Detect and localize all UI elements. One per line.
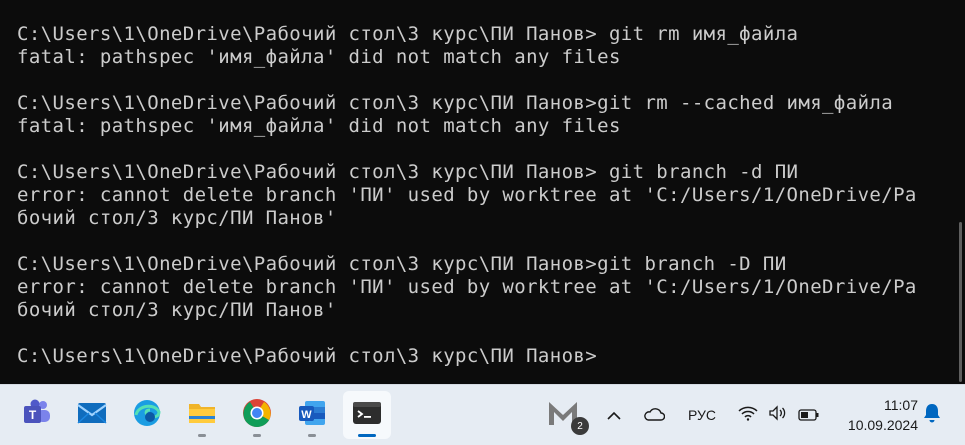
taskbar-app-teams[interactable]: T — [13, 391, 61, 439]
onedrive-cloud-icon — [643, 406, 666, 425]
clock-date: 10.09.2024 — [847, 417, 918, 433]
taskbar-app-edge[interactable] — [123, 391, 171, 439]
taskbar: T W 2 РУС 11:07 10.09.2024 — [0, 384, 965, 445]
terminal-line: C:\Users\1\OneDrive\Рабочий стол\3 курс\… — [17, 161, 799, 183]
edge-icon — [131, 397, 163, 433]
terminal-line: error: cannot delete branch 'ПИ' used by… — [17, 276, 917, 298]
terminal-prompt-line[interactable]: C:\Users\1\OneDrive\Рабочий стол\3 курс\… — [17, 345, 935, 368]
chrome-icon — [241, 397, 273, 433]
taskbar-app-terminal[interactable] — [343, 391, 391, 439]
battery-button[interactable] — [796, 385, 822, 445]
show-hidden-icons-button[interactable] — [600, 385, 628, 445]
clock-button[interactable]: 11:07 10.09.2024 — [834, 395, 918, 435]
input-language-button[interactable]: РУС — [680, 385, 724, 445]
taskbar-app-mail[interactable] — [68, 391, 116, 439]
terminal-output[interactable]: C:\Users\1\OneDrive\Рабочий стол\3 курс\… — [17, 23, 935, 368]
running-indicator — [253, 434, 261, 437]
terminal-line: C:\Users\1\OneDrive\Рабочий стол\3 курс\… — [17, 253, 787, 275]
battery-icon — [798, 406, 820, 425]
taskbar-app-word[interactable]: W — [288, 391, 336, 439]
svg-text:W: W — [301, 409, 312, 421]
bell-icon — [923, 403, 941, 427]
terminal-scrollbar[interactable] — [959, 222, 962, 382]
notification-count-badge: 2 — [571, 417, 589, 435]
network-button[interactable] — [736, 385, 760, 445]
taskbar-app-file-explorer[interactable] — [178, 391, 226, 439]
clock-time: 11:07 — [884, 397, 918, 413]
terminal-line: error: cannot delete branch 'ПИ' used by… — [17, 184, 917, 206]
mail-icon — [76, 397, 108, 433]
terminal-window[interactable]: C:\Users\1\OneDrive\Рабочий стол\3 курс\… — [0, 0, 965, 384]
terminal-line: бочий стол/3 курс/ПИ Панов' — [17, 207, 337, 229]
terminal-line: бочий стол/3 курс/ПИ Панов' — [17, 299, 337, 321]
notifications-button[interactable] — [920, 385, 944, 445]
word-icon: W — [296, 397, 328, 433]
running-indicator — [308, 434, 316, 437]
wifi-icon — [738, 405, 758, 425]
volume-icon — [768, 405, 788, 425]
taskbar-app-chrome[interactable] — [233, 391, 281, 439]
terminal-icon — [351, 397, 383, 433]
volume-button[interactable] — [766, 385, 790, 445]
terminal-line: fatal: pathspec 'имя_файла' did not matc… — [17, 46, 621, 68]
running-indicator — [198, 434, 206, 437]
chevron-up-icon — [607, 406, 621, 425]
language-indicator: РУС — [687, 407, 717, 423]
running-indicator-active — [358, 434, 376, 437]
tray-app-m[interactable] — [543, 385, 583, 445]
teams-icon: T — [21, 397, 53, 433]
terminal-line: C:\Users\1\OneDrive\Рабочий стол\3 курс\… — [17, 92, 894, 114]
terminal-line: C:\Users\1\OneDrive\Рабочий стол\3 курс\… — [17, 23, 799, 45]
svg-text:T: T — [29, 408, 37, 422]
onedrive-tray-button[interactable] — [640, 385, 668, 445]
file-explorer-icon — [186, 397, 218, 433]
terminal-line: fatal: pathspec 'имя_файла' did not matc… — [17, 115, 621, 137]
